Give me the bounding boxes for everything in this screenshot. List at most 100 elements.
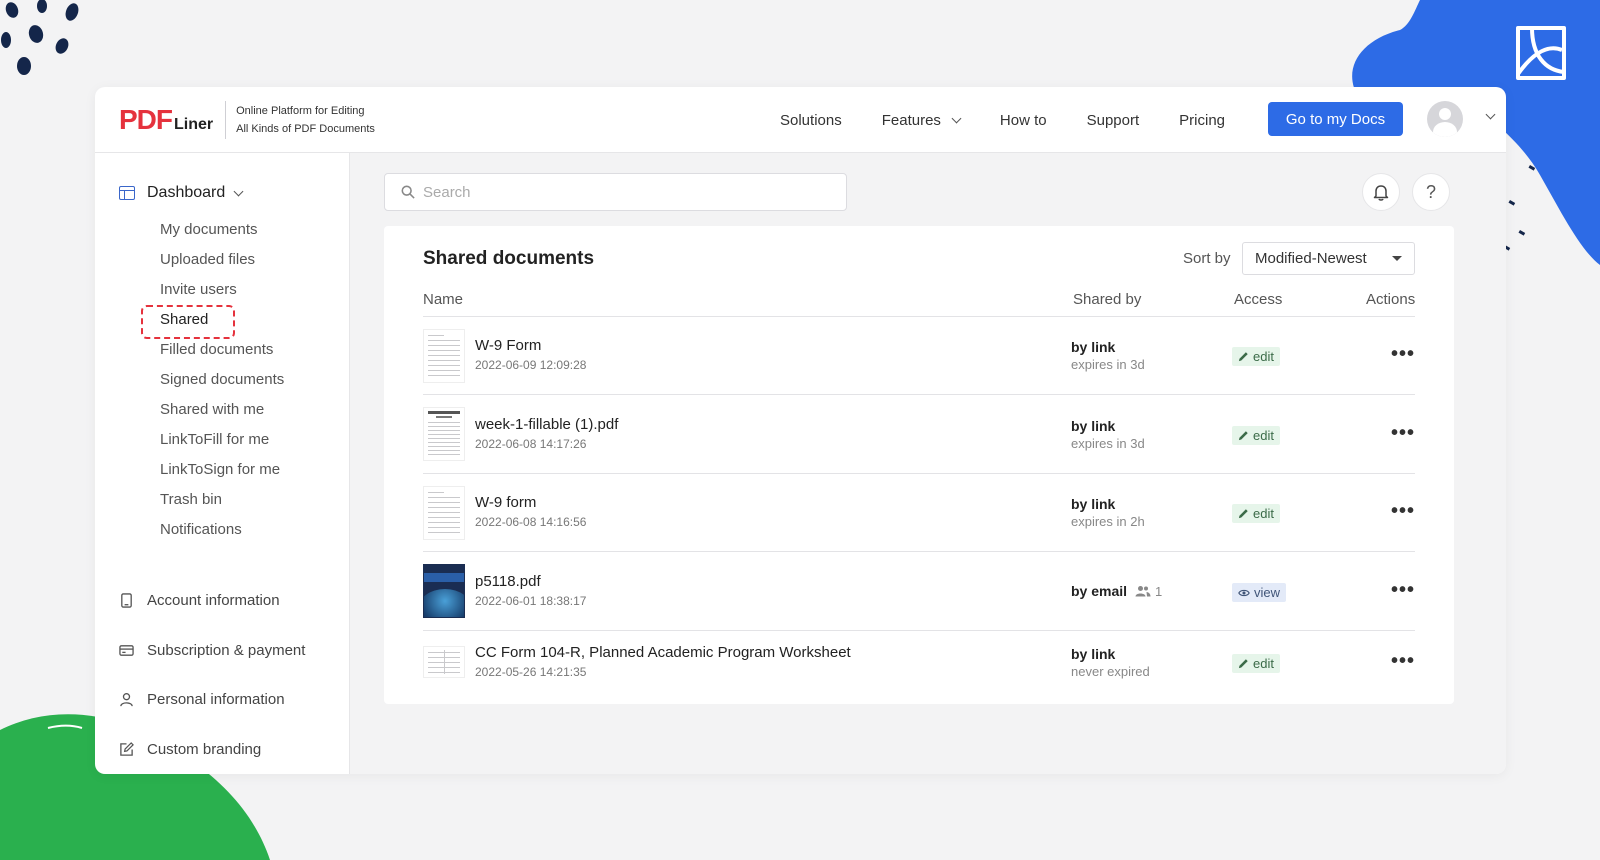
sidebar-item-linktofill[interactable]: LinkToFill for me [160,425,284,455]
shared-users: 1 [1135,584,1162,599]
document-name[interactable]: W-9 Form [475,337,541,354]
bell-icon [1373,184,1389,201]
app-window: PDF Liner Online Platform for Editing Al… [95,87,1506,774]
access-badge-edit[interactable]: edit [1232,426,1280,445]
access-label: edit [1253,506,1274,521]
document-name[interactable]: p5118.pdf [475,573,541,590]
table-row[interactable]: CC Form 104-R, Planned Academic Program … [423,632,1415,704]
sidebar-item-subscription[interactable]: Subscription & payment [119,626,305,676]
eye-icon [1238,589,1250,596]
search-icon [401,185,415,199]
chevron-down-icon[interactable] [1485,109,1496,120]
access-label: edit [1253,349,1274,364]
more-actions-button[interactable]: ••• [1391,422,1415,445]
logo-liner-text: Liner [174,115,214,133]
sidebar-item-my-documents[interactable]: My documents [160,215,284,245]
access-badge-edit[interactable]: edit [1232,504,1280,523]
table-row[interactable]: p5118.pdf 2022-06-01 18:38:17 by email 1… [423,553,1415,631]
pencil-icon [1238,431,1248,441]
sidebar-custom-branding-label: Custom branding [147,740,262,758]
column-header-access: Access [1234,291,1283,308]
table-row[interactable]: week-1-fillable (1).pdf 2022-06-08 14:17… [423,396,1415,474]
tagline: Online Platform for Editing All Kinds of… [236,102,375,138]
help-button[interactable]: ? [1412,173,1450,211]
document-name[interactable]: W-9 form [475,494,536,511]
sidebar-item-linktosign[interactable]: LinkToSign for me [160,455,284,485]
sidebar-item-custom-branding[interactable]: Custom branding [119,725,305,775]
decorative-dots [1,0,79,75]
sidebar-item-personal-information[interactable]: Personal information [119,675,305,725]
credit-card-icon [119,644,134,656]
nav-support[interactable]: Support [1087,112,1140,129]
sidebar-item-trash-bin[interactable]: Trash bin [160,485,284,515]
dashboard-icon [119,186,135,200]
table-row[interactable]: W-9 Form 2022-06-09 12:09:28 by link exp… [423,317,1415,395]
sidebar-subscription-label: Subscription & payment [147,641,306,659]
sidebar-personal-information-label: Personal information [147,691,285,709]
shared-by: by link [1071,418,1116,434]
nav-solutions[interactable]: Solutions [780,112,842,129]
pdfliner-logo[interactable]: PDF Liner Online Platform for Editing Al… [119,100,375,139]
shared-by: by email 1 [1071,583,1162,599]
top-header: PDF Liner Online Platform for Editing Al… [95,87,1506,153]
avatar[interactable] [1427,101,1463,137]
document-date: 2022-06-09 12:09:28 [475,358,587,372]
sidebar-item-invite-users[interactable]: Invite users [160,275,284,305]
sort-label: Sort by [1183,250,1231,267]
sidebar-sub-items: My documents Uploaded files Invite users… [140,215,284,545]
more-actions-button[interactable]: ••• [1391,343,1415,366]
document-date: 2022-06-08 14:17:26 [475,437,587,451]
user-icon [120,693,133,707]
sidebar-dashboard[interactable]: Dashboard [119,184,244,202]
search-box[interactable] [384,173,847,211]
edit-square-icon [120,741,134,756]
sidebar: Dashboard My documents Uploaded files In… [95,153,350,774]
document-thumbnail [423,407,465,461]
shared-users-count: 1 [1155,583,1163,599]
sidebar-item-shared[interactable]: Shared [140,305,284,339]
document-date: 2022-06-01 18:38:17 [475,594,587,608]
sidebar-item-account-information[interactable]: Account information [119,576,305,626]
shared-by-label: by email [1071,583,1128,599]
caret-down-icon [1392,256,1402,261]
phone-icon [121,593,132,608]
nav-pricing[interactable]: Pricing [1179,112,1225,129]
sort-select[interactable]: Modified-Newest [1242,242,1415,275]
access-badge-edit[interactable]: edit [1232,347,1280,366]
sidebar-item-signed-documents[interactable]: Signed documents [160,365,284,395]
notifications-button[interactable] [1362,173,1400,211]
more-actions-button[interactable]: ••• [1391,500,1415,523]
sort-select-value: Modified-Newest [1255,250,1367,267]
sidebar-item-notifications[interactable]: Notifications [160,515,284,545]
table-row[interactable]: W-9 form 2022-06-08 14:16:56 by link exp… [423,474,1415,552]
nav-features-label: Features [881,111,941,129]
document-thumbnail [423,646,465,678]
access-badge-edit[interactable]: edit [1232,654,1280,673]
shared-expiry: expires in 3d [1071,436,1145,451]
document-name[interactable]: week-1-fillable (1).pdf [475,416,618,433]
document-date: 2022-05-26 14:21:35 [475,665,587,679]
tagline-line-2: All Kinds of PDF Documents [236,122,375,135]
chevron-down-icon [233,186,244,196]
sidebar-item-shared-with-me[interactable]: Shared with me [160,395,284,425]
access-label: edit [1253,428,1274,443]
pencil-icon [1238,659,1248,669]
access-badge-view[interactable]: view [1232,583,1287,602]
sidebar-account-links: Account information Subscription & payme… [119,576,305,774]
nav-features[interactable]: Features [881,111,962,129]
pencil-icon [1238,509,1248,519]
sidebar-item-uploaded-files[interactable]: Uploaded files [160,245,284,275]
document-name[interactable]: CC Form 104-R, Planned Academic Program … [475,644,851,661]
nav-how-to[interactable]: How to [1000,112,1047,129]
more-actions-button[interactable]: ••• [1391,579,1415,602]
shared-by: by link [1071,339,1116,355]
search-input[interactable] [423,183,823,201]
more-actions-button[interactable]: ••• [1391,650,1415,673]
document-thumbnail [423,329,465,383]
sidebar-item-filled-documents[interactable]: Filled documents [160,335,284,365]
shared-expiry: expires in 3d [1071,357,1145,372]
shared-by: by link [1071,496,1116,512]
document-thumbnail [423,486,465,540]
go-to-my-docs-button[interactable]: Go to my Docs [1268,102,1403,136]
question-mark-icon: ? [1425,181,1436,202]
